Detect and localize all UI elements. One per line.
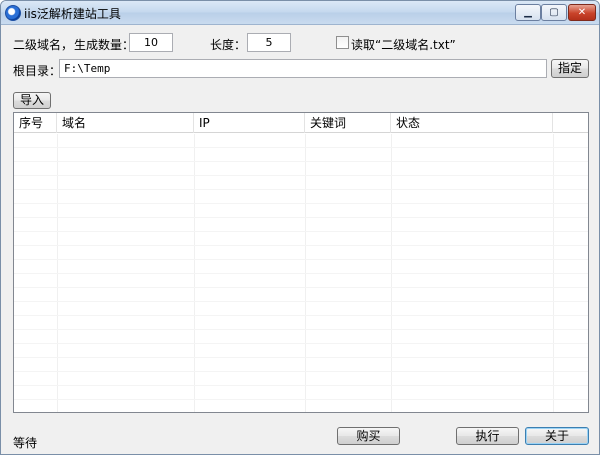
window-title: iis泛解析建站工具 [24, 7, 121, 21]
count-input[interactable]: 10 [129, 33, 173, 52]
column-header-index[interactable]: 序号 [14, 113, 57, 133]
app-window: iis泛解析建站工具 ▁ ▢ ✕ 二级域名， 生成数量： 10 长度： 5 读取… [0, 0, 600, 455]
column-header-keyword[interactable]: 关键词 [305, 113, 391, 133]
length-label: 长度： [210, 38, 247, 52]
root-dir-label: 根目录： [13, 64, 62, 78]
subdomain-label: 二级域名， [13, 38, 74, 52]
status-text: 等待 [13, 436, 38, 450]
domain-table[interactable]: 序号 域名 IP 关键词 状态 [13, 112, 589, 413]
table-header: 序号 域名 IP 关键词 状态 [14, 113, 588, 133]
minimize-button[interactable]: ▁ [515, 4, 541, 21]
buy-button[interactable]: 购买 [337, 427, 400, 445]
title-bar[interactable]: iis泛解析建站工具 ▁ ▢ ✕ [1, 1, 599, 25]
execute-button[interactable]: 执行 [456, 427, 519, 445]
app-logo-icon[interactable] [5, 5, 21, 21]
maximize-button[interactable]: ▢ [541, 4, 567, 21]
column-header-status[interactable]: 状态 [391, 113, 553, 133]
read-file-checkbox[interactable] [336, 36, 349, 49]
count-label: 生成数量： [74, 38, 135, 52]
specify-button[interactable]: 指定 [551, 59, 589, 78]
import-button[interactable]: 导入 [13, 92, 51, 109]
read-file-label[interactable]: 读取“二级域名.txt” [351, 36, 456, 53]
table-gridlines [14, 134, 588, 412]
about-button[interactable]: 关于 [525, 427, 589, 445]
column-header-ip[interactable]: IP [194, 113, 305, 133]
root-dir-input[interactable]: F:\Temp [59, 59, 547, 78]
close-button[interactable]: ✕ [568, 4, 596, 21]
column-header-domain[interactable]: 域名 [57, 113, 194, 133]
length-input[interactable]: 5 [247, 33, 291, 52]
